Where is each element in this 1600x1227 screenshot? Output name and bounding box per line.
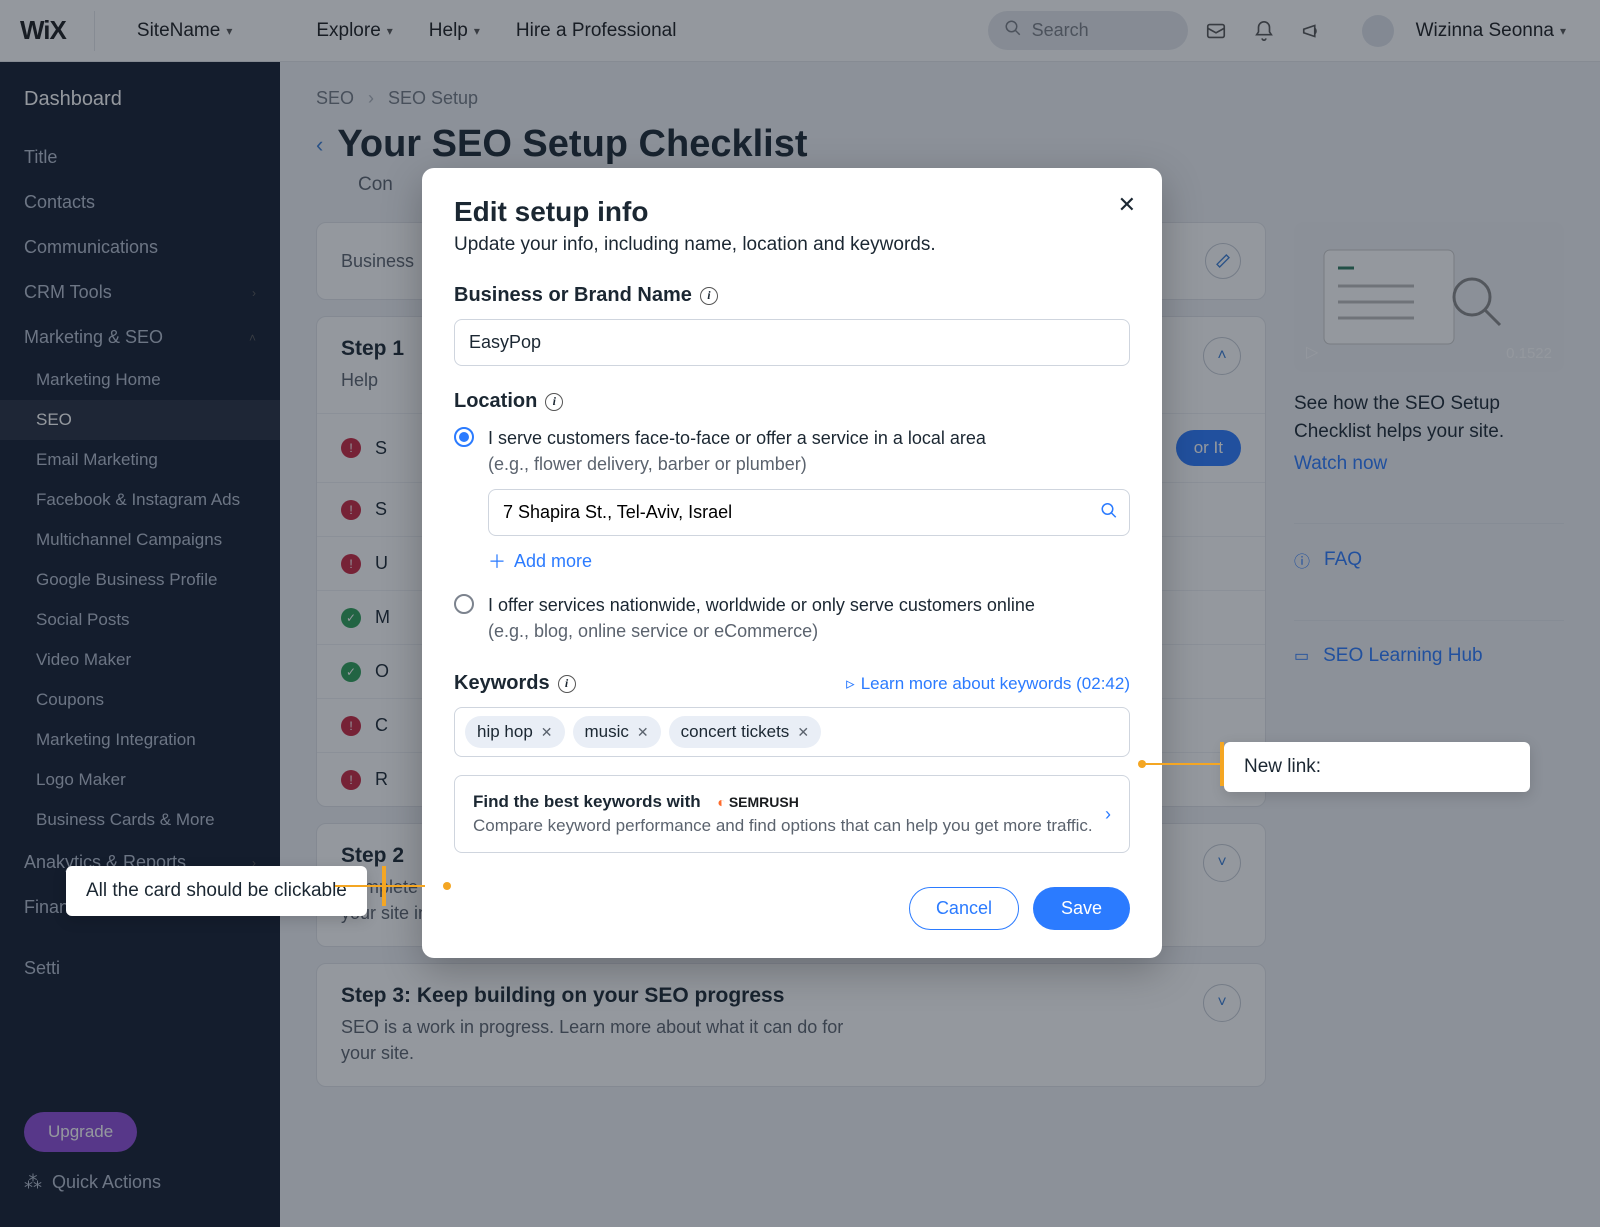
keywords-input[interactable]: hip hop✕ music✕ concert tickets✕ xyxy=(454,707,1130,757)
brand-name-label: Business or Brand Namei xyxy=(454,284,1130,307)
keyword-tag: hip hop✕ xyxy=(465,716,565,748)
keyword-tag: concert tickets✕ xyxy=(669,716,821,748)
keywords-label: Keywordsi xyxy=(454,672,576,695)
radio-icon[interactable] xyxy=(454,594,474,614)
plus-icon: ＋ xyxy=(488,548,506,574)
keyword-tag: music✕ xyxy=(573,716,661,748)
add-more-link[interactable]: ＋Add more xyxy=(488,548,1130,574)
annotation-right: New link: xyxy=(1224,742,1530,792)
address-input[interactable] xyxy=(488,489,1130,536)
radio-online[interactable]: I offer services nationwide, worldwide o… xyxy=(454,592,1130,644)
remove-tag-icon[interactable]: ✕ xyxy=(541,724,553,741)
save-button[interactable]: Save xyxy=(1033,887,1130,930)
chevron-right-icon: › xyxy=(1105,804,1111,825)
close-icon[interactable]: ✕ xyxy=(1118,192,1136,218)
remove-tag-icon[interactable]: ✕ xyxy=(637,724,649,741)
learn-keywords-link[interactable]: ▹Learn more about keywords (02:42) xyxy=(846,674,1130,694)
remove-tag-icon[interactable]: ✕ xyxy=(797,724,809,741)
search-icon[interactable] xyxy=(1100,501,1118,524)
info-icon[interactable]: i xyxy=(545,393,563,411)
flame-icon: ◐ xyxy=(717,794,725,810)
radio-icon[interactable] xyxy=(454,427,474,447)
edit-setup-modal: Edit setup info Update your info, includ… xyxy=(422,168,1162,958)
location-label: Locationi xyxy=(454,390,1130,413)
info-icon[interactable]: i xyxy=(558,675,576,693)
modal-title: Edit setup info xyxy=(454,196,1130,228)
info-icon[interactable]: i xyxy=(700,287,718,305)
semrush-card[interactable]: Find the best keywords with ◐SEMRUSH Com… xyxy=(454,775,1130,853)
cancel-button[interactable]: Cancel xyxy=(909,887,1019,930)
brand-name-input[interactable] xyxy=(454,319,1130,366)
annotation-left: All the card should be clickable xyxy=(66,866,367,916)
play-icon: ▹ xyxy=(846,674,855,694)
modal-subtitle: Update your info, including name, locati… xyxy=(454,234,1130,256)
radio-local[interactable]: I serve customers face-to-face or offer … xyxy=(454,425,1130,477)
